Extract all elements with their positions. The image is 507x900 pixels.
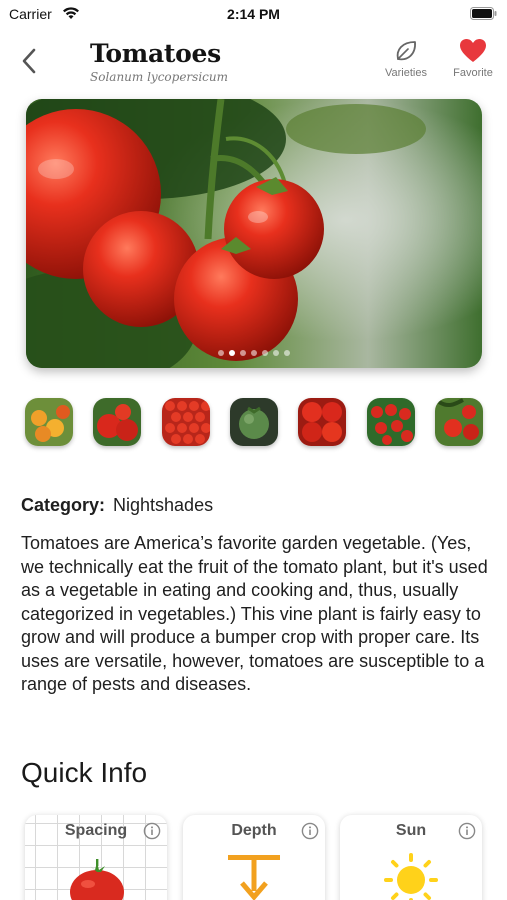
sun-icon — [384, 853, 438, 900]
page-dot[interactable] — [284, 350, 290, 356]
status-bar: Carrier 2:14 PM — [0, 0, 507, 30]
hero-image-carousel[interactable] — [26, 99, 482, 368]
depth-card[interactable]: Depth — [183, 815, 325, 900]
thumbnail-image — [25, 398, 73, 446]
info-icon[interactable] — [143, 822, 161, 840]
quick-info-title: Quick Info — [21, 757, 148, 788]
page-dot[interactable] — [218, 350, 224, 356]
tomato-icon — [70, 859, 124, 900]
leaf-icon — [396, 41, 416, 61]
thumbnail-image — [366, 398, 415, 446]
tomato-photo — [26, 99, 482, 368]
gallery-thumbnail[interactable] — [434, 398, 483, 446]
gallery-thumbnail[interactable] — [25, 398, 73, 446]
depth-icon — [228, 855, 280, 900]
thumbnail-image — [93, 398, 142, 446]
page-dot[interactable] — [273, 350, 279, 356]
chevron-left-icon — [22, 48, 36, 74]
thumbnail-image — [161, 398, 210, 446]
page-dot[interactable] — [229, 350, 235, 356]
varieties-button[interactable]: Varieties — [376, 38, 436, 84]
info-icon[interactable] — [458, 822, 476, 840]
back-button[interactable] — [14, 44, 44, 78]
category-row: Category: Nightshades — [21, 495, 213, 516]
gallery-thumbnail[interactable] — [298, 398, 347, 446]
varieties-label: Varieties — [385, 67, 427, 79]
scientific-name: Solanum lycopersicum — [90, 70, 228, 84]
sun-card[interactable]: Sun — [340, 815, 482, 900]
gallery-thumbnail[interactable] — [229, 398, 278, 446]
gallery-thumbnail[interactable] — [161, 398, 210, 446]
thumbnail-image — [434, 398, 483, 446]
page-indicator[interactable] — [26, 350, 482, 356]
category-label: Category: — [21, 495, 106, 515]
spacing-card[interactable]: Spacing — [25, 815, 167, 900]
thumbnail-strip — [25, 398, 483, 446]
favorite-button[interactable]: Favorite — [443, 38, 503, 84]
battery-icon — [470, 7, 497, 20]
page-dot[interactable] — [262, 350, 268, 356]
heart-icon — [460, 39, 486, 62]
thumbnail-image — [229, 398, 278, 446]
page-dot[interactable] — [240, 350, 246, 356]
info-icon[interactable] — [301, 822, 319, 840]
description: Tomatoes are America’s favorite garden v… — [21, 533, 488, 694]
clock: 2:14 PM — [227, 6, 280, 22]
gallery-thumbnail[interactable] — [366, 398, 415, 446]
thumbnail-image — [298, 398, 347, 446]
category-value: Nightshades — [113, 495, 214, 515]
navigation-bar: Tomatoes Solanum lycopersicum Varieties … — [0, 34, 507, 92]
page-title: Tomatoes — [90, 39, 221, 68]
gallery-thumbnail[interactable] — [93, 398, 142, 446]
favorite-label: Favorite — [453, 67, 493, 79]
page-dot[interactable] — [251, 350, 257, 356]
